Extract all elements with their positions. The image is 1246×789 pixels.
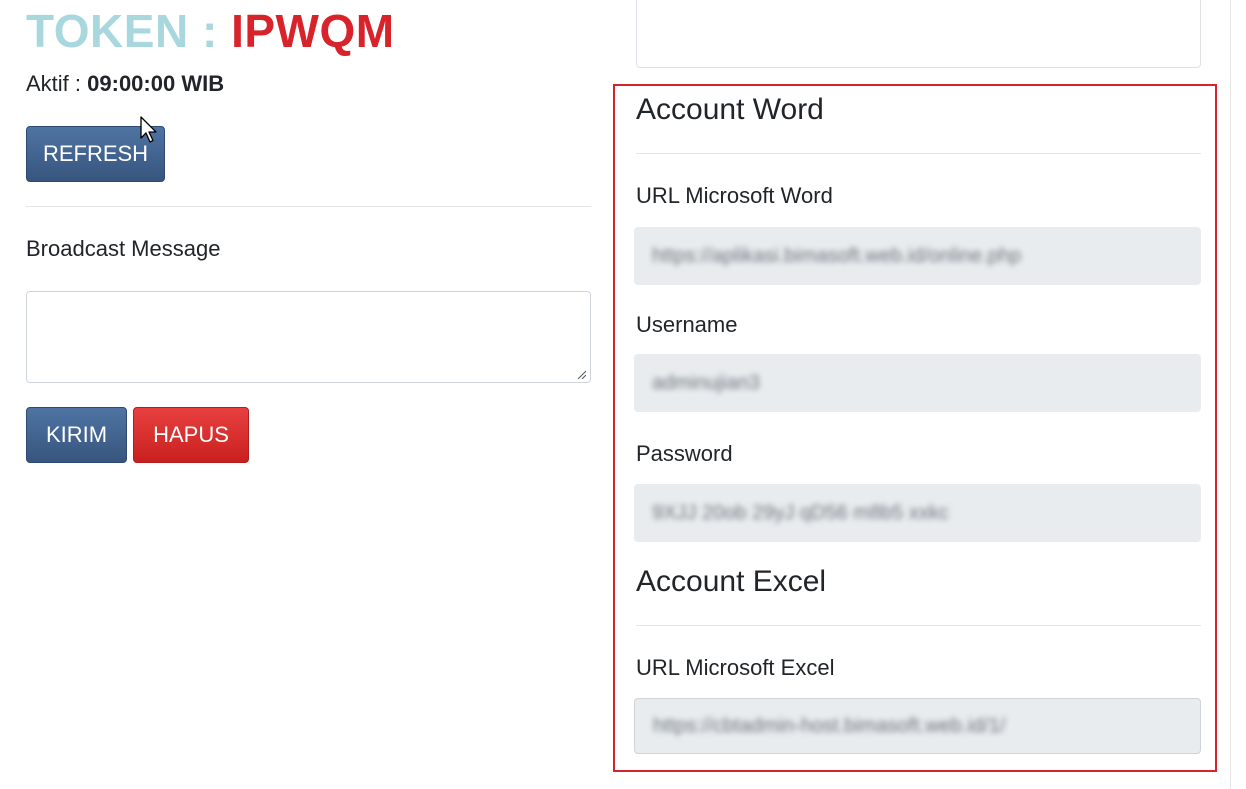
- active-time: Aktif : 09:00:00 WIB: [26, 70, 224, 98]
- send-button[interactable]: KIRIM: [26, 407, 127, 463]
- token-value: IPWQM: [231, 5, 395, 57]
- token-page: TOKEN : IPWQM Aktif : 09:00:00 WIB REFRE…: [0, 0, 1246, 789]
- mouse-pointer-icon: [140, 116, 157, 143]
- token-heading: TOKEN : IPWQM: [26, 4, 395, 58]
- highlight-frame: [613, 84, 1217, 772]
- delete-button[interactable]: HAPUS: [133, 407, 249, 463]
- broadcast-message-textarea[interactable]: [26, 291, 591, 383]
- resize-grip-icon[interactable]: [576, 369, 586, 379]
- token-label: TOKEN :: [26, 5, 218, 57]
- active-time-value: 09:00:00 WIB: [87, 71, 225, 96]
- broadcast-label: Broadcast Message: [26, 236, 221, 261]
- top-panel: [636, 0, 1201, 68]
- active-label: Aktif :: [26, 71, 82, 96]
- scrollbar-track: [1230, 0, 1231, 789]
- divider: [26, 206, 591, 207]
